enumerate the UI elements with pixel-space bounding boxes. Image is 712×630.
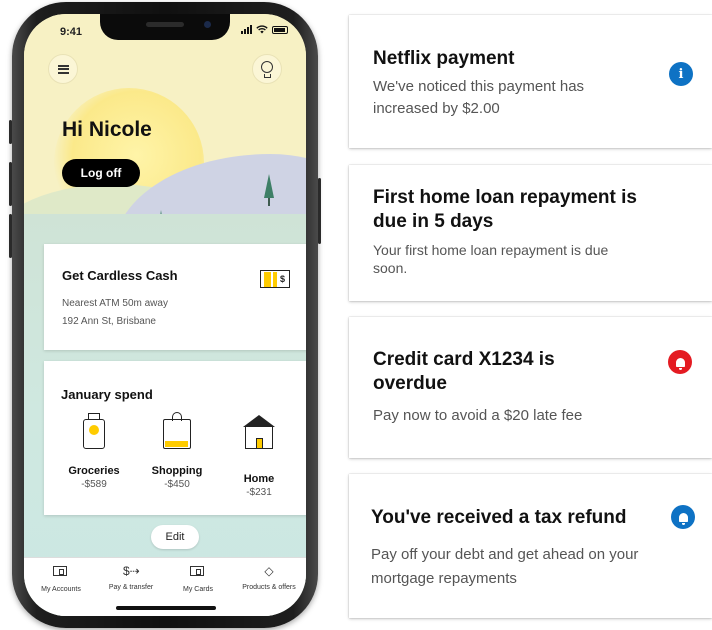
notch (100, 14, 230, 40)
status-icons (241, 25, 288, 34)
atm-distance: Nearest ATM 50m away (62, 298, 168, 309)
tab-label: Pay & transfer (108, 584, 154, 591)
tree-graphic (264, 174, 274, 198)
info-icon: i (669, 62, 693, 86)
volume-down-button (9, 214, 12, 258)
battery-icon (272, 25, 288, 34)
atm-address: 192 Ann St, Brisbane (62, 316, 156, 327)
spend-category-home[interactable]: Home -$231 (219, 415, 299, 498)
bell-icon (668, 350, 692, 374)
phone-screen: 9:41 Hi Nicole Log off Get Cardless Cash… (24, 14, 306, 616)
notification-body: We've noticed this payment has increased… (373, 78, 585, 117)
notification-body: Pay now to avoid a $20 late fee (373, 407, 583, 424)
category-amount: -$450 (164, 479, 190, 490)
status-time: 9:41 (60, 26, 83, 38)
notification-home-loan-repayment[interactable]: First home loan repayment is due in 5 da… (349, 165, 712, 301)
house-icon (243, 415, 275, 449)
cards-icon (190, 566, 206, 580)
tab-label: My Cards (183, 586, 213, 593)
notification-body: Your first home loan repayment is due so… (373, 242, 609, 276)
notification-body: Pay off your debt and get ahead on your … (371, 546, 639, 587)
signal-icon (241, 25, 252, 34)
tag-icon: ◇ (264, 564, 274, 578)
shopping-bag-icon (163, 412, 191, 449)
notification-title: First home loan repayment is due in 5 da… (373, 187, 637, 232)
spend-category-groceries[interactable]: Groceries -$589 (54, 413, 134, 490)
power-button (318, 178, 321, 244)
grocery-icon (83, 413, 105, 449)
home-indicator (116, 606, 216, 610)
spend-title: January spend (61, 387, 153, 402)
transfer-icon: $⇢ (123, 564, 140, 578)
tab-label: Products & offers (242, 584, 296, 591)
spend-category-shopping[interactable]: Shopping -$450 (137, 412, 217, 490)
notification-tax-refund[interactable]: You've received a tax refund Pay off you… (349, 474, 712, 618)
cash-note-icon: $ (260, 270, 290, 288)
hamburger-icon (57, 64, 69, 74)
january-spend-card: January spend Groceries -$589 Shopping -… (44, 361, 306, 515)
notification-title: Netflix payment (373, 48, 515, 69)
bell-icon (671, 505, 695, 529)
phone-frame: 9:41 Hi Nicole Log off Get Cardless Cash… (9, 2, 321, 628)
tab-products-offers[interactable]: ◇ Products & offers (234, 564, 304, 591)
tab-pay-transfer[interactable]: $⇢ Pay & transfer (96, 564, 166, 591)
mute-switch (9, 120, 12, 144)
cardless-cash-title: Get Cardless Cash (62, 268, 178, 283)
volume-up-button (9, 162, 12, 206)
cardless-cash-card[interactable]: Get Cardless Cash Nearest ATM 50m away 1… (44, 244, 306, 350)
tab-my-accounts[interactable]: My Accounts (26, 564, 96, 593)
tab-my-cards[interactable]: My Cards (163, 564, 233, 593)
edit-button[interactable]: Edit (151, 525, 199, 549)
notification-title: You've received a tax refund (371, 507, 627, 528)
category-label: Groceries (68, 465, 120, 477)
tab-label: My Accounts (41, 586, 81, 593)
camera (204, 21, 211, 28)
wifi-icon (256, 25, 268, 34)
greeting: Hi Nicole (62, 118, 152, 141)
category-amount: -$231 (246, 487, 272, 498)
notification-title: Credit card X1234 is overdue (373, 349, 555, 394)
lightbulb-icon (261, 61, 273, 78)
category-label: Shopping (151, 465, 203, 477)
category-label: Home (243, 473, 275, 485)
notification-netflix-payment[interactable]: Netflix payment We've noticed this payme… (349, 15, 712, 148)
tree-trunk (268, 198, 270, 206)
menu-button[interactable] (48, 54, 78, 84)
assistant-button[interactable] (252, 54, 282, 84)
log-off-button[interactable]: Log off (62, 159, 140, 187)
category-amount: -$589 (81, 479, 107, 490)
notification-credit-card-overdue[interactable]: Credit card X1234 is overdue Pay now to … (349, 317, 712, 458)
wallet-icon (53, 566, 69, 580)
speaker (146, 22, 184, 27)
